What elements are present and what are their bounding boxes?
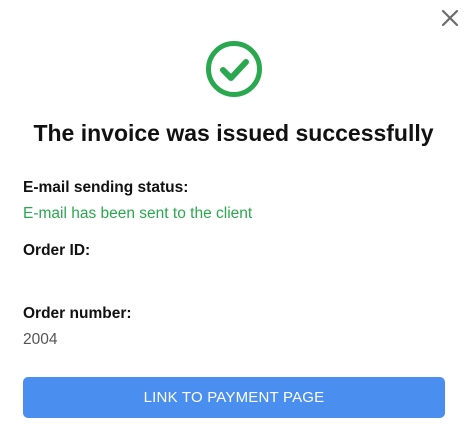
- invoice-success-dialog: The invoice was issued successfully E-ma…: [0, 0, 467, 438]
- order-number-label: Order number:: [23, 305, 132, 322]
- check-circle-icon: [205, 40, 263, 98]
- close-icon[interactable]: [440, 8, 460, 28]
- order-id-label: Order ID:: [23, 242, 91, 259]
- email-status-value: E-mail has been sent to the client: [23, 205, 253, 222]
- dialog-title: The invoice was issued successfully: [33, 120, 434, 146]
- email-status-label: E-mail sending status:: [23, 179, 189, 196]
- payment-page-link-button[interactable]: LINK TO PAYMENT PAGE: [23, 377, 445, 418]
- order-number-value: 2004: [23, 331, 58, 348]
